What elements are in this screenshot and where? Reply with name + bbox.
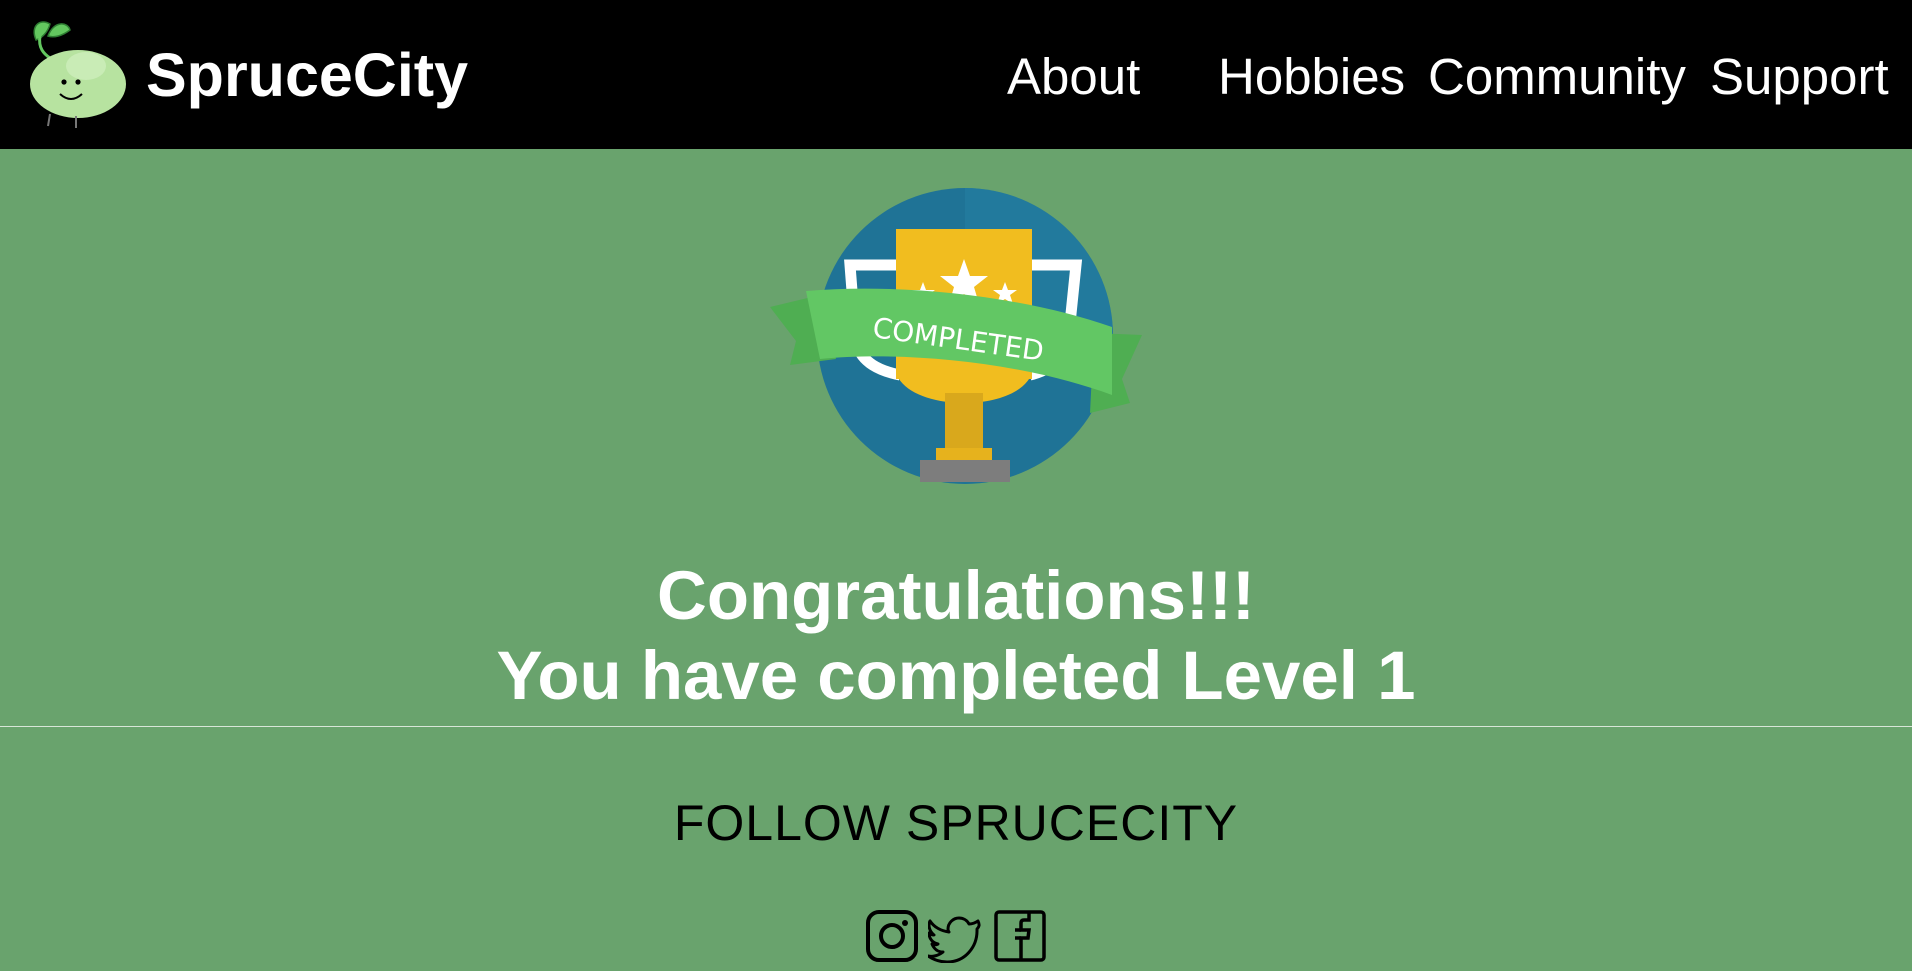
bean-mascot-icon [30,21,126,128]
brand-name[interactable]: SpruceCity [146,38,468,112]
nav-link-hobbies[interactable]: Hobbies [1218,44,1405,110]
section-divider [0,726,1912,727]
congrats-line-1: Congratulations!!! [657,557,1255,634]
trophy-completed-badge-icon: COMPLETED [770,188,1142,484]
follow-heading: FOLLOW SPRUCECITY [673,795,1239,851]
trophy-completed-badge: COMPLETED [750,183,1164,489]
twitter-icon [926,916,981,964]
twitter-link[interactable] [926,909,982,964]
top-navbar: SpruceCity About Hobbies Community Suppo… [0,0,1912,149]
congrats-line-2: You have completed Level 1 [496,637,1416,714]
nav-link-support[interactable]: Support [1710,44,1889,110]
congratulations-message: Congratulations!!! You have completed Le… [0,556,1912,716]
instagram-icon [866,910,918,962]
facebook-link[interactable] [993,909,1047,963]
instagram-link[interactable] [865,909,919,963]
nav-link-community[interactable]: Community [1428,44,1686,110]
site-logo[interactable] [26,14,132,128]
nav-link-about[interactable]: About [1007,44,1140,110]
facebook-icon [994,910,1046,962]
